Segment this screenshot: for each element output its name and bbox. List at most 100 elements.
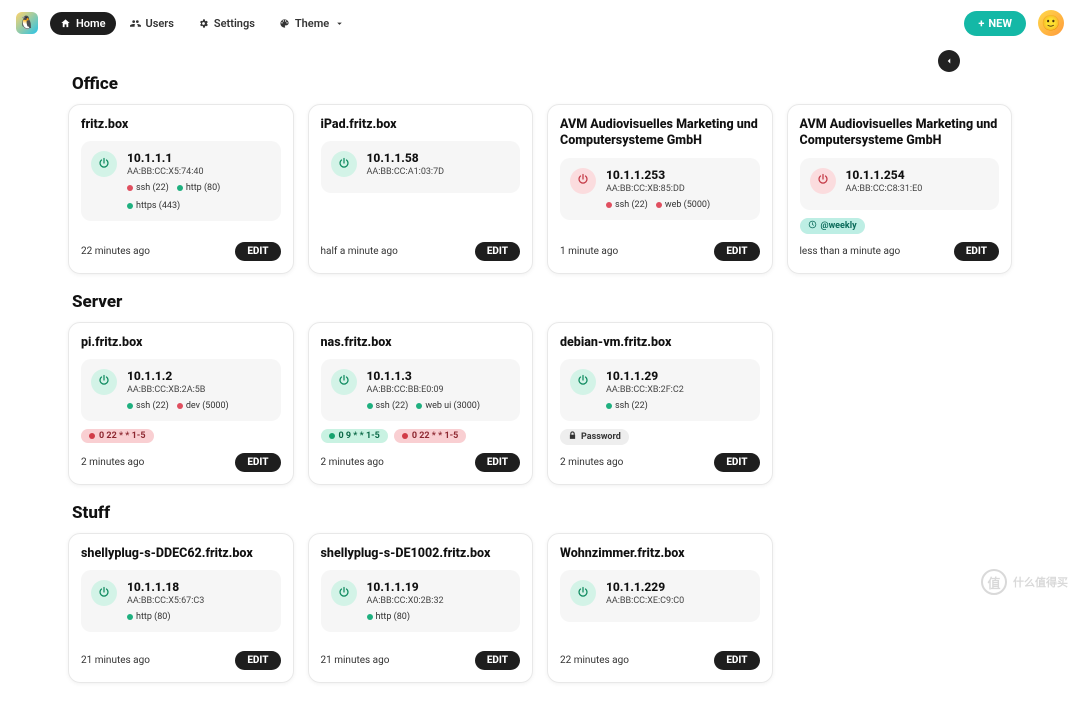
device-title: pi.fritz.box	[81, 335, 281, 351]
device-title: shellyplug-s-DDEC62.fritz.box	[81, 546, 281, 562]
mac-address: AA:BB:CC:A1:03:7D	[367, 167, 445, 177]
card-footer: 22 minutes ago EDIT	[81, 242, 281, 261]
device-title: Wohnzimmer.fritz.box	[560, 546, 760, 562]
schedule-chip: 0 22 * * 1-5	[394, 429, 467, 443]
service-tag: ssh (22)	[606, 401, 648, 411]
power-button[interactable]	[331, 369, 357, 395]
ip-info: 10.1.1.254 AA:BB:CC:C8:31:E0	[846, 168, 923, 200]
nav-settings[interactable]: Settings	[188, 12, 265, 35]
power-button[interactable]	[570, 369, 596, 395]
power-button[interactable]	[570, 580, 596, 606]
edit-button[interactable]: EDIT	[475, 651, 520, 670]
chip-row: @weekly	[800, 218, 1000, 234]
ip-info: 10.1.1.1 AA:BB:CC:X5:74:40 ssh (22)http …	[127, 151, 271, 211]
card-footer: 21 minutes ago EDIT	[81, 651, 281, 670]
timestamp: less than a minute ago	[800, 246, 901, 257]
status-dot-icon	[606, 403, 612, 409]
power-icon	[577, 586, 589, 601]
edit-button[interactable]: EDIT	[954, 242, 999, 261]
power-icon	[338, 374, 350, 389]
mac-address: AA:BB:CC:XB:2A:5B	[127, 385, 229, 395]
timestamp: 2 minutes ago	[321, 457, 384, 468]
nav: Home Users Settings Theme	[50, 12, 355, 35]
device-title: AVM Audiovisuelles Marketing und Compute…	[800, 117, 1000, 150]
nav-theme-label: Theme	[295, 17, 329, 30]
device-title: iPad.fritz.box	[321, 117, 521, 133]
timestamp: 1 minute ago	[560, 246, 618, 257]
edit-button[interactable]: EDIT	[235, 242, 280, 261]
status-dot-icon	[177, 403, 183, 409]
status-dot-icon	[402, 433, 408, 439]
edit-button[interactable]: EDIT	[714, 242, 759, 261]
status-dot-icon	[127, 614, 133, 620]
edit-button[interactable]: EDIT	[475, 242, 520, 261]
ip-address: 10.1.1.2	[127, 369, 229, 383]
nav-home[interactable]: Home	[50, 12, 116, 35]
card-footer: 2 minutes ago EDIT	[81, 453, 281, 472]
edit-button[interactable]: EDIT	[714, 453, 759, 472]
status-dot-icon	[127, 185, 133, 191]
card-footer: half a minute ago EDIT	[321, 242, 521, 261]
power-button[interactable]	[810, 168, 836, 194]
ip-info: 10.1.1.2 AA:BB:CC:XB:2A:5B ssh (22)dev (…	[127, 369, 229, 411]
users-icon	[130, 18, 141, 29]
edit-button[interactable]: EDIT	[235, 651, 280, 670]
chip-row: Password	[560, 429, 760, 445]
power-button[interactable]	[331, 580, 357, 606]
device-card: nas.fritz.box 10.1.1.3 AA:BB:CC:BB:E0:09…	[308, 322, 534, 485]
power-icon	[338, 586, 350, 601]
power-icon	[577, 374, 589, 389]
new-label: NEW	[988, 17, 1012, 30]
device-card: iPad.fritz.box 10.1.1.58 AA:BB:CC:A1:03:…	[308, 104, 534, 274]
device-card: Wohnzimmer.fritz.box 10.1.1.229 AA:BB:CC…	[547, 533, 773, 683]
service-row: ssh (22)	[606, 401, 684, 411]
edit-button[interactable]: EDIT	[235, 453, 280, 472]
ip-info: 10.1.1.3 AA:BB:CC:BB:E0:09 ssh (22)web u…	[367, 369, 480, 411]
ip-info: 10.1.1.19 AA:BB:CC:X0:2B:32 http (80)	[367, 580, 444, 622]
power-button[interactable]	[91, 369, 117, 395]
timestamp: 21 minutes ago	[321, 655, 390, 666]
status-dot-icon	[127, 403, 133, 409]
device-title: AVM Audiovisuelles Marketing und Compute…	[560, 117, 760, 150]
ip-block: 10.1.1.253 AA:BB:CC:XB:85:DD ssh (22)web…	[560, 158, 760, 220]
ip-block: 10.1.1.58 AA:BB:CC:A1:03:7D	[321, 141, 521, 193]
nav-users[interactable]: Users	[120, 12, 184, 35]
edit-button[interactable]: EDIT	[714, 651, 759, 670]
ip-address: 10.1.1.229	[606, 580, 684, 594]
service-tag: dev (5000)	[177, 401, 229, 411]
card-grid: fritz.box 10.1.1.1 AA:BB:CC:X5:74:40 ssh…	[68, 104, 1012, 274]
service-row: ssh (22)web (5000)	[606, 200, 710, 210]
power-icon	[817, 173, 829, 188]
power-button[interactable]	[570, 168, 596, 194]
device-card: debian-vm.fritz.box 10.1.1.29 AA:BB:CC:X…	[547, 322, 773, 485]
schedule-chip: 0 22 * * 1-5	[81, 429, 154, 443]
power-button[interactable]	[91, 151, 117, 177]
back-button[interactable]	[938, 50, 960, 72]
ip-block: 10.1.1.229 AA:BB:CC:XE:C9:C0	[560, 570, 760, 622]
device-title: shellyplug-s-DE1002.fritz.box	[321, 546, 521, 562]
device-card: AVM Audiovisuelles Marketing und Compute…	[787, 104, 1013, 274]
status-dot-icon	[177, 185, 183, 191]
power-button[interactable]	[91, 580, 117, 606]
service-row: ssh (22)dev (5000)	[127, 401, 229, 411]
chip-row: 0 22 * * 1-5	[81, 429, 281, 443]
new-button[interactable]: + NEW	[964, 11, 1026, 36]
group-title: Stuff	[72, 503, 1012, 523]
card-footer: less than a minute ago EDIT	[800, 242, 1000, 261]
ip-block: 10.1.1.19 AA:BB:CC:X0:2B:32 http (80)	[321, 570, 521, 632]
device-title: nas.fritz.box	[321, 335, 521, 351]
mac-address: AA:BB:CC:X0:2B:32	[367, 596, 444, 606]
edit-button[interactable]: EDIT	[475, 453, 520, 472]
service-row: ssh (22)http (80)https (443)	[127, 183, 271, 211]
status-dot-icon	[329, 433, 335, 439]
gear-icon	[198, 18, 209, 29]
nav-theme[interactable]: Theme	[269, 12, 355, 35]
service-tag: http (80)	[127, 612, 170, 622]
status-dot-icon	[89, 433, 95, 439]
status-dot-icon	[606, 202, 612, 208]
ip-info: 10.1.1.29 AA:BB:CC:XB:2F:C2 ssh (22)	[606, 369, 684, 411]
power-button[interactable]	[331, 151, 357, 177]
service-tag: web ui (3000)	[416, 401, 480, 411]
avatar[interactable]: 🙂	[1038, 10, 1064, 36]
service-tag: ssh (22)	[127, 183, 169, 193]
